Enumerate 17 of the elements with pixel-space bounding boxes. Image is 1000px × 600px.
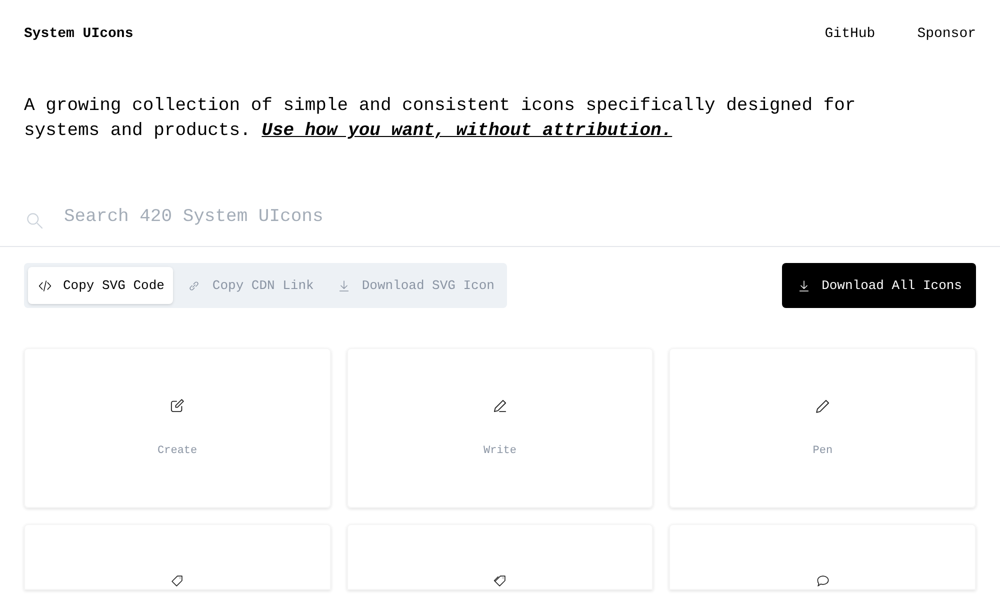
download-all-button[interactable]: Download All Icons <box>782 263 976 308</box>
intro-text: A growing collection of simple and consistent icons specifically designed for systems and products. Use how you want, without attribution. <box>23 95 857 143</box>
attribution-link[interactable]: Use how you want, without attribution. <box>262 121 672 141</box>
icon-card[interactable] <box>24 524 331 590</box>
icon-card[interactable] <box>346 524 654 590</box>
icon-card[interactable] <box>669 524 976 590</box>
nav-link[interactable]: Sponsor <box>917 24 976 44</box>
icon-label: Pen <box>812 444 833 459</box>
code-icon <box>37 278 53 294</box>
pencil-icon <box>814 397 832 415</box>
search-field[interactable]: Search 420 System UIcons <box>64 204 976 230</box>
icon-label: Create <box>158 444 198 459</box>
nav-link[interactable]: GitHub <box>824 24 876 44</box>
mode-tab[interactable]: Copy SVG Code <box>28 267 174 304</box>
edit-icon <box>168 397 186 415</box>
icon-label: Write <box>483 444 516 459</box>
brand-name[interactable]: System UIcons <box>24 24 134 44</box>
